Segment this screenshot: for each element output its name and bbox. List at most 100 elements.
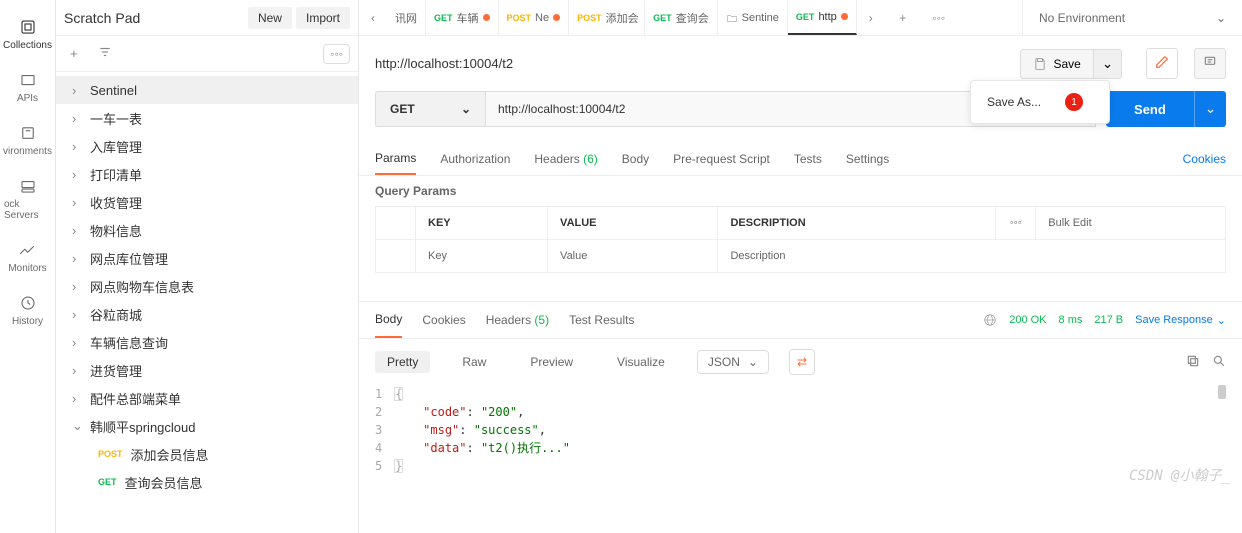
tab-item[interactable]: 讯网 [387,0,426,35]
json-key: "code" [423,405,466,419]
chevron-down-icon: ⌄ [1217,314,1226,327]
tree-label: 添加会员信息 [131,445,209,464]
tab-add-icon[interactable]: + [885,11,921,25]
comment-button[interactable] [1194,48,1226,79]
view-visualize[interactable]: Visualize [605,351,677,373]
tree-item-sentinel[interactable]: ›Sentinel [56,76,358,104]
save-button[interactable]: Save [1020,49,1093,79]
scratch-header: Scratch Pad New Import [56,0,358,36]
tab-more-icon[interactable]: ◦◦◦ [921,11,957,25]
tree-item[interactable]: ›入库管理 [56,132,358,160]
nav-history[interactable]: History [8,284,47,337]
resp-tab-headers[interactable]: Headers (5) [486,303,549,337]
tab-tests[interactable]: Tests [794,144,822,174]
tab-settings[interactable]: Settings [846,144,889,174]
tab-item-active[interactable]: GEThttp [788,0,857,35]
copy-icon[interactable] [1186,354,1200,371]
tree-item[interactable]: ›一车一表 [56,104,358,132]
search-icon[interactable] [1212,354,1226,371]
tab-prev-icon[interactable]: ‹ [359,11,387,25]
folder-icon [726,12,738,24]
response-meta: 200 OK 8 ms 217 B Save Response ⌄ [983,313,1226,327]
tab-item[interactable]: GET车辆 [426,0,499,35]
format-select[interactable]: JSON⌄ [697,350,769,374]
tab-label: Sentine [742,12,779,24]
save-caret-button[interactable]: ⌄ [1094,49,1122,79]
tab-body[interactable]: Body [622,144,649,174]
import-button[interactable]: Import [296,7,350,29]
nav-monitors[interactable]: Monitors [4,231,50,284]
resp-tab-results[interactable]: Test Results [569,303,634,337]
pencil-icon [1155,55,1169,69]
json-value: "200" [481,405,517,419]
view-preview[interactable]: Preview [518,351,585,373]
nav-environments[interactable]: vironments [0,114,56,167]
tree-item[interactable]: ›进货管理 [56,356,358,384]
tree-item-springcloud[interactable]: ⌄韩顺平springcloud [56,412,358,440]
value-placeholder[interactable]: Value [548,240,718,273]
collection-sidebar: Scratch Pad New Import + ◦◦◦ ›Sentinel ›… [56,0,358,533]
save-icon [1033,57,1047,71]
nav-label: History [12,316,43,327]
tree-item[interactable]: ›车辆信息查询 [56,328,358,356]
tree-item[interactable]: ›配件总部端菜单 [56,384,358,412]
nav-apis[interactable]: APIs [13,61,42,114]
nav-mock-servers[interactable]: ock Servers [0,167,55,231]
nav-label: Collections [3,40,52,51]
desc-placeholder[interactable]: Description [718,240,1226,273]
tree-label: 网点库位管理 [90,249,168,268]
json-code[interactable]: { "code": "200", "msg": "success", "data… [394,385,570,475]
tree-item[interactable]: ›谷粒商城 [56,300,358,328]
key-placeholder[interactable]: Key [416,240,548,273]
tab-next-icon[interactable]: › [857,11,885,25]
view-pretty[interactable]: Pretty [375,351,430,373]
edit-button[interactable] [1146,48,1178,79]
resp-tab-cookies[interactable]: Cookies [422,303,465,337]
tree-request-post[interactable]: POST添加会员信息 [56,440,358,468]
filter-icon[interactable] [92,39,118,68]
more-options-icon[interactable]: ◦◦◦ [323,44,350,64]
resp-tab-body[interactable]: Body [375,302,402,338]
params-row[interactable]: Key Value Description [376,240,1226,273]
save-dropdown[interactable]: Save As... 1 [970,80,1110,124]
scrollbar[interactable] [1218,385,1226,399]
tree-item[interactable]: ›打印清单 [56,160,358,188]
nav-label: vironments [3,146,52,157]
tree-item[interactable]: ›网点购物车信息表 [56,272,358,300]
query-params-heading: Query Params [375,184,1226,198]
bulk-edit-button[interactable]: Bulk Edit [1036,207,1226,240]
environment-selector[interactable]: No Environment ⌄ [1022,0,1242,35]
json-brace: { [394,387,403,401]
tab-item[interactable]: GET查询会 [645,0,718,35]
tree-item[interactable]: ›物料信息 [56,216,358,244]
params-table: KEY VALUE DESCRIPTION ◦◦◦ Bulk Edit Key … [375,206,1226,273]
nav-collections[interactable]: Collections [0,8,56,61]
nav-label: Monitors [8,263,46,274]
tree-request-get[interactable]: GET查询会员信息 [56,468,358,496]
filter-input[interactable] [126,43,315,65]
body-controls: Pretty Raw Preview Visualize JSON⌄ ⇄ [359,339,1242,385]
send-caret-button[interactable]: ⌄ [1194,91,1226,127]
tab-headers[interactable]: Headers (6) [534,144,597,174]
add-icon[interactable]: + [64,40,84,67]
save-response-button[interactable]: Save Response ⌄ [1135,314,1226,327]
scratch-title: Scratch Pad [64,10,140,26]
tree-item[interactable]: ›网点库位管理 [56,244,358,272]
tabs-bar: ‹ 讯网 GET车辆 POSTNe POST添加会 GET查询会 Sentine… [359,0,1242,36]
tab-item[interactable]: POSTNe [499,0,570,35]
response-section: Body Cookies Headers (5) Test Results 20… [359,301,1242,491]
new-button[interactable]: New [248,7,292,29]
wrap-lines-icon[interactable]: ⇄ [789,349,815,375]
save-label: Save [1053,57,1080,71]
tab-item[interactable]: POST添加会 [569,0,645,35]
tab-item[interactable]: Sentine [718,0,788,35]
more-icon[interactable]: ◦◦◦ [996,207,1036,240]
tab-prescript[interactable]: Pre-request Script [673,144,770,174]
tree-item[interactable]: ›收货管理 [56,188,358,216]
send-button[interactable]: Send [1106,91,1194,127]
tab-params[interactable]: Params [375,143,416,175]
cookies-link[interactable]: Cookies [1183,152,1226,166]
tab-authorization[interactable]: Authorization [440,144,510,174]
method-select[interactable]: GET ⌄ [375,91,485,127]
view-raw[interactable]: Raw [450,351,498,373]
